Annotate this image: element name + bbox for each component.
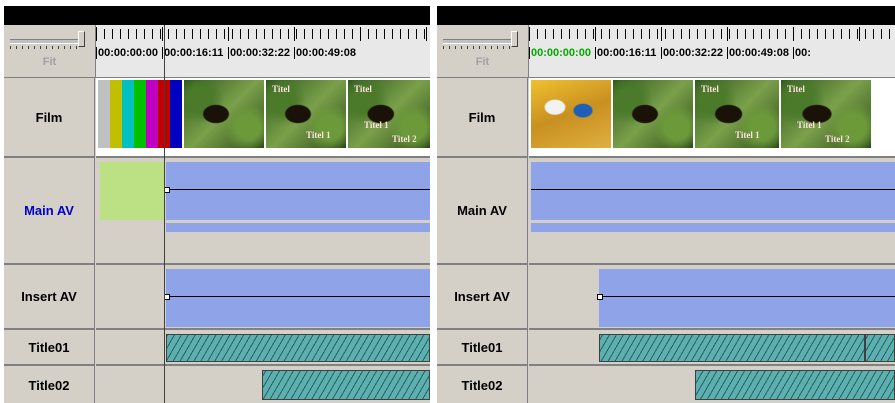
time-ruler[interactable]: 00:00:00:00 00:00:16:11 00:00:32:22 00:0… xyxy=(529,25,895,78)
color-bars-image xyxy=(98,80,182,148)
track-label-title01[interactable]: Title01 xyxy=(437,330,528,366)
zoom-control: Fit xyxy=(4,25,96,78)
zoom-slider-track[interactable] xyxy=(443,39,513,44)
title02-clip[interactable] xyxy=(695,370,895,400)
title01-clip[interactable] xyxy=(599,334,865,362)
timeline-area[interactable]: 00:00:00:00 00:00:16:11 00:00:32:22 00:0… xyxy=(529,25,895,403)
track-header-column: Fit Film Main AV Insert AV Title01 Title… xyxy=(437,25,529,403)
film-thumbnail-jungle[interactable] xyxy=(184,80,264,148)
film-track-row[interactable]: Titel Titel 1 Titel Titel 1 Titel 2 xyxy=(529,78,895,158)
track-label-title01[interactable]: Title01 xyxy=(4,330,95,366)
panel-titlebar xyxy=(437,6,895,25)
timecode-label: 00:00:00:00 xyxy=(96,47,162,59)
row-divider xyxy=(529,263,895,265)
title02-track-row[interactable] xyxy=(529,366,895,403)
track-label-main-av[interactable]: Main AV xyxy=(4,158,95,265)
timecode-label: 00:00:32:22 xyxy=(661,47,727,59)
row-divider xyxy=(96,263,430,265)
track-label-insert-av[interactable]: Insert AV xyxy=(4,265,95,330)
thumbnail-caption: Titel 1 xyxy=(797,120,822,130)
thumbnail-caption: Titel 1 xyxy=(735,130,760,140)
ruler-timecodes: 00:00:00:00 00:00:16:11 00:00:32:22 00:0… xyxy=(529,47,823,59)
timecode-label-current: 00:00:00:00 xyxy=(529,47,595,59)
thumbnail-caption: Titel 2 xyxy=(825,134,850,144)
thumbnail-caption: Titel 1 xyxy=(306,130,331,140)
time-ruler[interactable]: 00:00:00:00 00:00:16:11 00:00:32:22 00:0… xyxy=(96,25,430,78)
timecode-label: 00: xyxy=(793,47,823,59)
film-thumbnail-jungle[interactable]: Titel Titel 1 xyxy=(695,80,779,148)
audio-level-line[interactable] xyxy=(166,296,430,297)
timeline-panel-left: Fit Film Main AV Insert AV Title01 Title… xyxy=(4,6,430,403)
zoom-slider-ticks xyxy=(10,46,80,49)
title02-track-row[interactable] xyxy=(96,366,430,403)
insert-av-clip[interactable] xyxy=(166,269,430,327)
track-header-column: Fit Film Main AV Insert AV Title01 Title… xyxy=(4,25,96,403)
film-thumbnail-jungle[interactable]: Titel Titel 1 Titel 2 xyxy=(348,80,430,148)
film-thumbnail-jungle[interactable]: Titel Titel 1 xyxy=(266,80,346,148)
zoom-slider-ticks xyxy=(443,46,513,49)
playhead[interactable] xyxy=(164,25,165,403)
ruler-major-ticks xyxy=(529,27,895,41)
main-av-audio-clip[interactable] xyxy=(166,223,430,232)
thumbnail-caption: Titel 1 xyxy=(364,120,389,130)
timeline-area[interactable]: 00:00:00:00 00:00:16:11 00:00:32:22 00:0… xyxy=(96,25,430,403)
insert-av-track-row[interactable] xyxy=(529,265,895,330)
title01-clip[interactable] xyxy=(865,334,895,362)
track-label-main-av[interactable]: Main AV xyxy=(437,158,528,265)
row-divider xyxy=(529,328,895,330)
insert-av-clip[interactable] xyxy=(599,269,895,327)
row-divider xyxy=(96,364,430,366)
main-av-audio-clip[interactable] xyxy=(531,223,895,232)
thumbnail-caption: Titel xyxy=(272,84,290,94)
track-label-insert-av[interactable]: Insert AV xyxy=(437,265,528,330)
track-label-film[interactable]: Film xyxy=(437,78,528,158)
timecode-label: 00:00:32:22 xyxy=(228,47,294,59)
main-av-track-row[interactable] xyxy=(529,158,895,265)
track-label-title02[interactable]: Title02 xyxy=(4,366,95,403)
zoom-fit-label[interactable]: Fit xyxy=(437,56,528,68)
zoom-slider-thumb[interactable] xyxy=(78,31,85,47)
timecode-label: 00:00:49:08 xyxy=(294,47,360,59)
thumbnail-caption: Titel xyxy=(701,84,719,94)
film-thumbnail-surf[interactable] xyxy=(531,80,611,148)
row-divider xyxy=(529,364,895,366)
timecode-label: 00:00:16:11 xyxy=(162,47,228,59)
title01-track-row[interactable] xyxy=(529,330,895,366)
film-track-row[interactable]: Titel Titel 1 Titel Titel 1 Titel 2 xyxy=(96,78,430,158)
ruler-timecodes: 00:00:00:00 00:00:16:11 00:00:32:22 00:0… xyxy=(96,47,360,59)
track-label-title02[interactable]: Title02 xyxy=(437,366,528,403)
keyframe-marker[interactable] xyxy=(597,294,603,300)
panel-titlebar xyxy=(4,6,430,25)
title01-track-row[interactable] xyxy=(96,330,430,366)
title01-clip[interactable] xyxy=(166,334,430,362)
film-thumbnail-jungle[interactable] xyxy=(613,80,693,148)
audio-level-line[interactable] xyxy=(166,189,430,190)
thumbnail-caption: Titel xyxy=(787,84,805,94)
film-thumbnail-jungle[interactable]: Titel Titel 1 Titel 2 xyxy=(781,80,871,148)
timecode-label: 00:00:49:08 xyxy=(727,47,793,59)
main-av-clip[interactable] xyxy=(531,162,895,220)
insert-av-track-row[interactable] xyxy=(96,265,430,330)
thumbnail-caption: Titel xyxy=(354,84,372,94)
main-av-track-row[interactable] xyxy=(96,158,430,265)
zoom-fit-label[interactable]: Fit xyxy=(4,56,95,68)
main-av-clip-green[interactable] xyxy=(100,162,164,220)
timeline-panel-right: Fit Film Main AV Insert AV Title01 Title… xyxy=(437,6,895,403)
main-av-clip[interactable] xyxy=(166,162,430,220)
thumbnail-caption: Titel 2 xyxy=(392,134,417,144)
zoom-control: Fit xyxy=(437,25,529,78)
title02-clip[interactable] xyxy=(262,370,430,400)
row-divider xyxy=(96,328,430,330)
row-divider xyxy=(529,156,895,158)
film-thumbnail-colorbars[interactable] xyxy=(98,80,182,148)
audio-level-line[interactable] xyxy=(599,296,895,297)
audio-level-line[interactable] xyxy=(531,189,895,190)
row-divider xyxy=(96,156,430,158)
timecode-label: 00:00:16:11 xyxy=(595,47,661,59)
ruler-major-ticks xyxy=(96,27,430,41)
zoom-slider-track[interactable] xyxy=(10,39,80,44)
zoom-slider-thumb[interactable] xyxy=(511,31,518,47)
track-label-film[interactable]: Film xyxy=(4,78,95,158)
